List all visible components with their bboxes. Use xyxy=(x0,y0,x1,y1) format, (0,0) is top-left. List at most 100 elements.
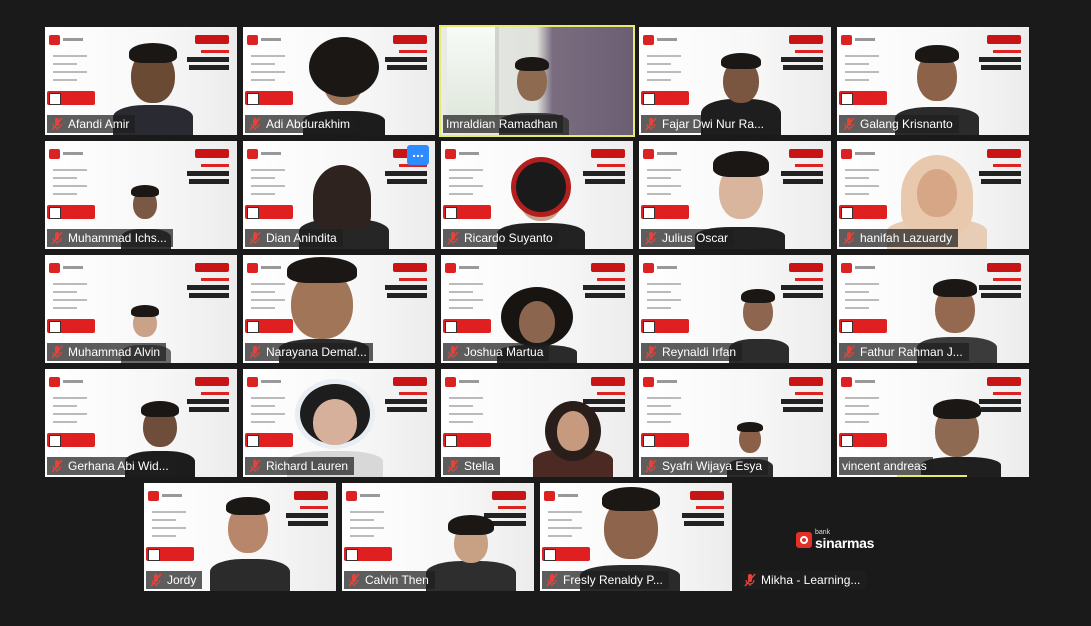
muted-mic-icon xyxy=(842,117,856,131)
participant-tile[interactable]: Fathur Rahman J... xyxy=(837,255,1029,363)
participant-name-label: Reynaldi Irfan xyxy=(641,343,743,361)
participant-video xyxy=(426,501,516,591)
participant-name: Fajar Dwi Nur Ra... xyxy=(662,117,765,131)
participant-name-label: Syafri Wijaya Esya xyxy=(641,457,769,475)
participant-name: Stella xyxy=(464,459,495,473)
participant-name: hanifah Lazuardy xyxy=(860,231,953,245)
participant-tile[interactable]: Narayana Demaf... xyxy=(243,255,435,363)
participant-name: Fathur Rahman J... xyxy=(860,345,963,359)
participant-name: Muhammad Ichs... xyxy=(68,231,167,245)
participant-tile-video-off[interactable]: bank sinarmas Mikha - Learning... xyxy=(738,483,930,591)
participant-name: Jordy xyxy=(167,573,197,587)
brand-mark-icon xyxy=(796,531,812,548)
participant-tile[interactable]: Adi Abdurakhim xyxy=(243,27,435,135)
muted-mic-icon xyxy=(347,573,361,587)
participant-name: Adi Abdurakhim xyxy=(266,117,351,131)
participant-tile[interactable]: Fresly Renaldy P... xyxy=(540,483,732,591)
participant-name-label: Muhammad Alvin xyxy=(47,343,167,361)
participant-tile[interactable]: Reynaldi Irfan xyxy=(639,255,831,363)
participant-name-label: Calvin Then xyxy=(344,571,435,589)
participant-tile[interactable]: Muhammad Alvin xyxy=(45,255,237,363)
muted-mic-icon xyxy=(50,345,64,359)
participant-video xyxy=(533,397,613,477)
participant-name-label: Stella xyxy=(443,457,501,475)
participant-name-label: Muhammad Ichs... xyxy=(47,229,173,247)
participant-name: Richard Lauren xyxy=(266,459,349,473)
participant-tile[interactable]: Stella xyxy=(441,369,633,477)
participant-name: Narayana Demaf... xyxy=(266,345,367,359)
participant-name: Gerhana Abi Wid... xyxy=(68,459,169,473)
participant-name-label: Gerhana Abi Wid... xyxy=(47,457,175,475)
participant-name-label: vincent andreas xyxy=(839,457,933,475)
muted-mic-icon xyxy=(842,345,856,359)
participant-name-label: Ricardo Suyanto xyxy=(443,229,559,247)
participant-tile[interactable]: Afandi Amir xyxy=(45,27,237,135)
participant-tile[interactable]: hanifah Lazuardy xyxy=(837,141,1029,249)
participant-name-label: Julius Oscar xyxy=(641,229,735,247)
participant-tile[interactable]: Muhammad Ichs... xyxy=(45,141,237,249)
muted-mic-icon xyxy=(644,459,658,473)
participant-name: Galang Krisnanto xyxy=(860,117,953,131)
participant-name-label: Joshua Martua xyxy=(443,343,550,361)
muted-mic-icon xyxy=(644,117,658,131)
muted-mic-icon xyxy=(248,459,262,473)
muted-mic-icon xyxy=(446,459,460,473)
participant-name-label: Fresly Renaldy P... xyxy=(542,571,669,589)
participant-name-label: Adi Abdurakhim xyxy=(245,115,357,133)
muted-mic-icon xyxy=(644,345,658,359)
muted-mic-icon xyxy=(644,231,658,245)
participant-name-label: Richard Lauren xyxy=(245,457,355,475)
participant-name: Syafri Wijaya Esya xyxy=(662,459,763,473)
logo-big-text: sinarmas xyxy=(815,535,875,551)
participant-name: Imraldian Ramadhan xyxy=(446,117,558,131)
muted-mic-icon xyxy=(50,459,64,473)
participant-video xyxy=(921,397,1001,477)
muted-mic-icon xyxy=(50,117,64,131)
participant-tile[interactable]: Gerhana Abi Wid... xyxy=(45,369,237,477)
muted-mic-icon xyxy=(545,573,559,587)
participant-name: Calvin Then xyxy=(365,573,429,587)
participant-tile[interactable]: Galang Krisnanto xyxy=(837,27,1029,135)
video-gallery: Afandi Amir Adi Abdurakhim Imraldian Ram… xyxy=(0,0,1091,626)
participant-tile[interactable]: Joshua Martua xyxy=(441,255,633,363)
muted-mic-icon xyxy=(50,231,64,245)
participant-tile-speaking[interactable]: vincent andreas xyxy=(837,369,1029,477)
participant-tile[interactable]: ... Dian Anindita xyxy=(243,141,435,249)
muted-mic-icon xyxy=(149,573,163,587)
participant-tile[interactable]: Richard Lauren xyxy=(243,369,435,477)
participant-tile[interactable]: Fajar Dwi Nur Ra... xyxy=(639,27,831,135)
participant-name: Ricardo Suyanto xyxy=(464,231,553,245)
participant-tile[interactable]: Syafri Wijaya Esya xyxy=(639,369,831,477)
participant-name-label: Dian Anindita xyxy=(245,229,343,247)
participant-name-label: Mikha - Learning... xyxy=(740,571,867,589)
participant-name: Joshua Martua xyxy=(464,345,544,359)
participant-name: Dian Anindita xyxy=(266,231,337,245)
participant-name-label: Galang Krisnanto xyxy=(839,115,959,133)
participant-name-label: Fajar Dwi Nur Ra... xyxy=(641,115,771,133)
participant-tile-active[interactable]: Imraldian Ramadhan xyxy=(439,25,635,137)
participant-name: Mikha - Learning... xyxy=(761,573,861,587)
participant-tile[interactable]: Calvin Then xyxy=(342,483,534,591)
participant-name: Julius Oscar xyxy=(662,231,729,245)
more-options-button[interactable]: ... xyxy=(407,145,429,165)
participant-name: Fresly Renaldy P... xyxy=(563,573,663,587)
participant-name-label: Afandi Amir xyxy=(47,115,136,133)
participant-tile[interactable]: Ricardo Suyanto xyxy=(441,141,633,249)
muted-mic-icon xyxy=(248,231,262,245)
participant-name-label: Imraldian Ramadhan xyxy=(443,115,564,133)
muted-mic-icon xyxy=(446,231,460,245)
participant-tile[interactable]: Julius Oscar xyxy=(639,141,831,249)
participant-name: Afandi Amir xyxy=(68,117,130,131)
participant-video xyxy=(210,491,290,591)
participant-tile[interactable]: Jordy xyxy=(144,483,336,591)
participant-name-label: Jordy xyxy=(146,571,203,589)
participant-name: Muhammad Alvin xyxy=(68,345,161,359)
muted-mic-icon xyxy=(248,345,262,359)
participant-name: vincent andreas xyxy=(842,459,927,473)
participant-name-label: hanifah Lazuardy xyxy=(839,229,959,247)
participant-name-label: Fathur Rahman J... xyxy=(839,343,969,361)
participant-name: Reynaldi Irfan xyxy=(662,345,737,359)
muted-mic-icon xyxy=(446,345,460,359)
participant-name-label: Narayana Demaf... xyxy=(245,343,373,361)
muted-mic-icon xyxy=(248,117,262,131)
